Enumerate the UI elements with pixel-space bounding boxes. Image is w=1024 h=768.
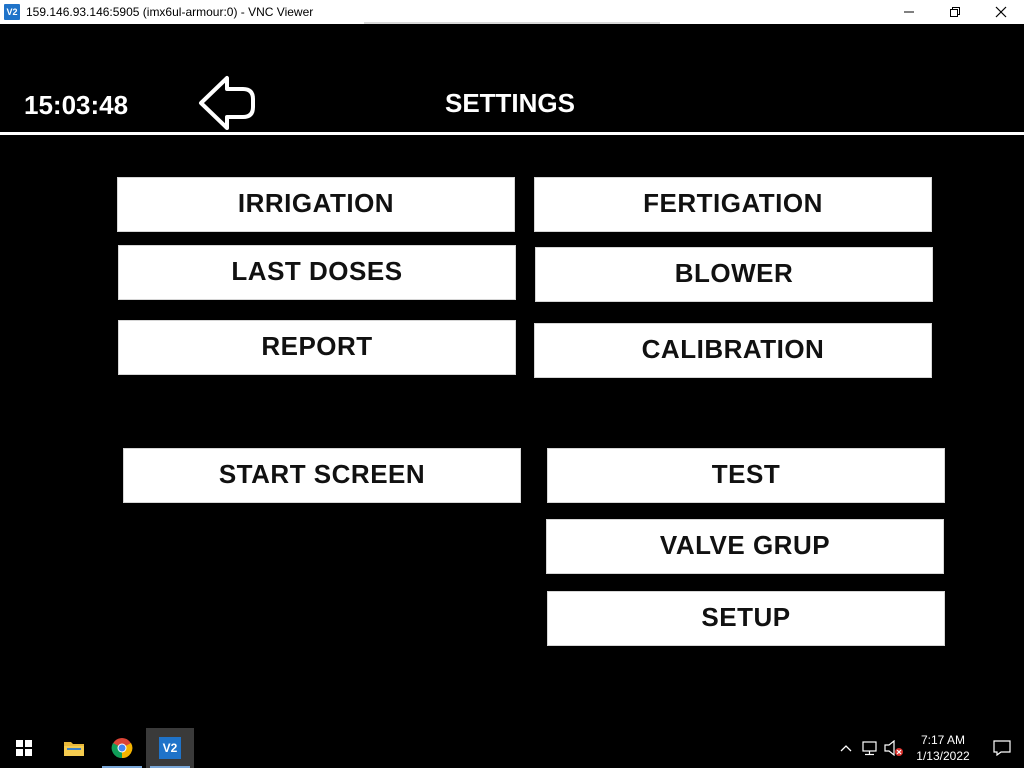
remote-settings-screen: 15:03:48 SETTINGS IRRIGATION FERTIGATION… [0,24,1024,728]
taskbar-time: 7:17 AM [920,733,966,747]
page-title: SETTINGS [444,88,575,118]
taskbar-clock[interactable]: 7:17 AM 1/13/2022 [906,732,980,764]
report-label: REPORT [261,331,373,361]
device-clock: 15:03:48 [24,90,129,120]
start-screen-button[interactable]: START SCREEN [123,448,521,503]
fertigation-label: FERTIGATION [643,188,823,218]
taskbar-file-explorer[interactable] [50,728,98,768]
blower-label: BLOWER [674,258,794,288]
chevron-up-icon [840,745,852,752]
window-controls [886,0,1024,24]
vnc-viewer-icon: V2 [159,737,181,759]
close-button[interactable] [978,0,1024,24]
chrome-icon [111,738,133,759]
taskbar: V2 7:17 AM 1/13/2022 [0,728,1024,768]
taskbar-chrome[interactable] [98,728,146,768]
window-title: 159.146.93.146:5905 (imx6ul-armour:0) - … [26,5,314,19]
restore-button[interactable] [932,0,978,24]
back-button[interactable] [197,74,259,132]
minimize-icon [904,11,914,13]
show-hidden-icons-button[interactable] [834,728,858,768]
network-button[interactable] [858,728,882,768]
action-center-button[interactable] [980,728,1024,768]
folder-icon [64,742,84,756]
irrigation-button[interactable]: IRRIGATION [117,177,515,232]
start-button[interactable] [0,728,48,768]
calibration-label: CALIBRATION [641,334,825,364]
taskbar-vnc-viewer[interactable]: V2 [146,728,194,768]
fertigation-button[interactable]: FERTIGATION [534,177,932,232]
last-doses-label: LAST DOSES [231,256,403,286]
taskbar-date: 1/13/2022 [916,749,970,763]
start-screen-label: START SCREEN [218,459,426,489]
test-button[interactable]: TEST [547,448,945,503]
last-doses-button[interactable]: LAST DOSES [118,245,516,300]
notification-icon [993,740,1011,756]
back-arrow-icon [199,76,255,130]
volume-muted-icon [884,740,903,756]
test-label: TEST [711,459,781,489]
system-tray: 7:17 AM 1/13/2022 [834,728,1024,768]
setup-label: SETUP [701,602,791,632]
volume-button[interactable] [882,728,906,768]
setup-button[interactable]: SETUP [547,591,945,646]
irrigation-label: IRRIGATION [237,188,395,218]
window-title-bar[interactable]: V2 159.146.93.146:5905 (imx6ul-armour:0)… [0,0,1024,25]
report-button[interactable]: REPORT [118,320,516,375]
valve-grup-label: VALVE GRUP [659,530,831,560]
minimize-button[interactable] [886,0,932,24]
header-divider [0,132,1024,135]
network-icon [862,741,877,756]
close-icon [995,6,1007,18]
calibration-button[interactable]: CALIBRATION [534,323,932,378]
vnc-viewer-app-icon: V2 [4,4,20,20]
restore-icon [950,7,960,17]
valve-grup-button[interactable]: VALVE GRUP [546,519,944,574]
blower-button[interactable]: BLOWER [535,247,933,302]
windows-logo-icon [16,740,32,756]
